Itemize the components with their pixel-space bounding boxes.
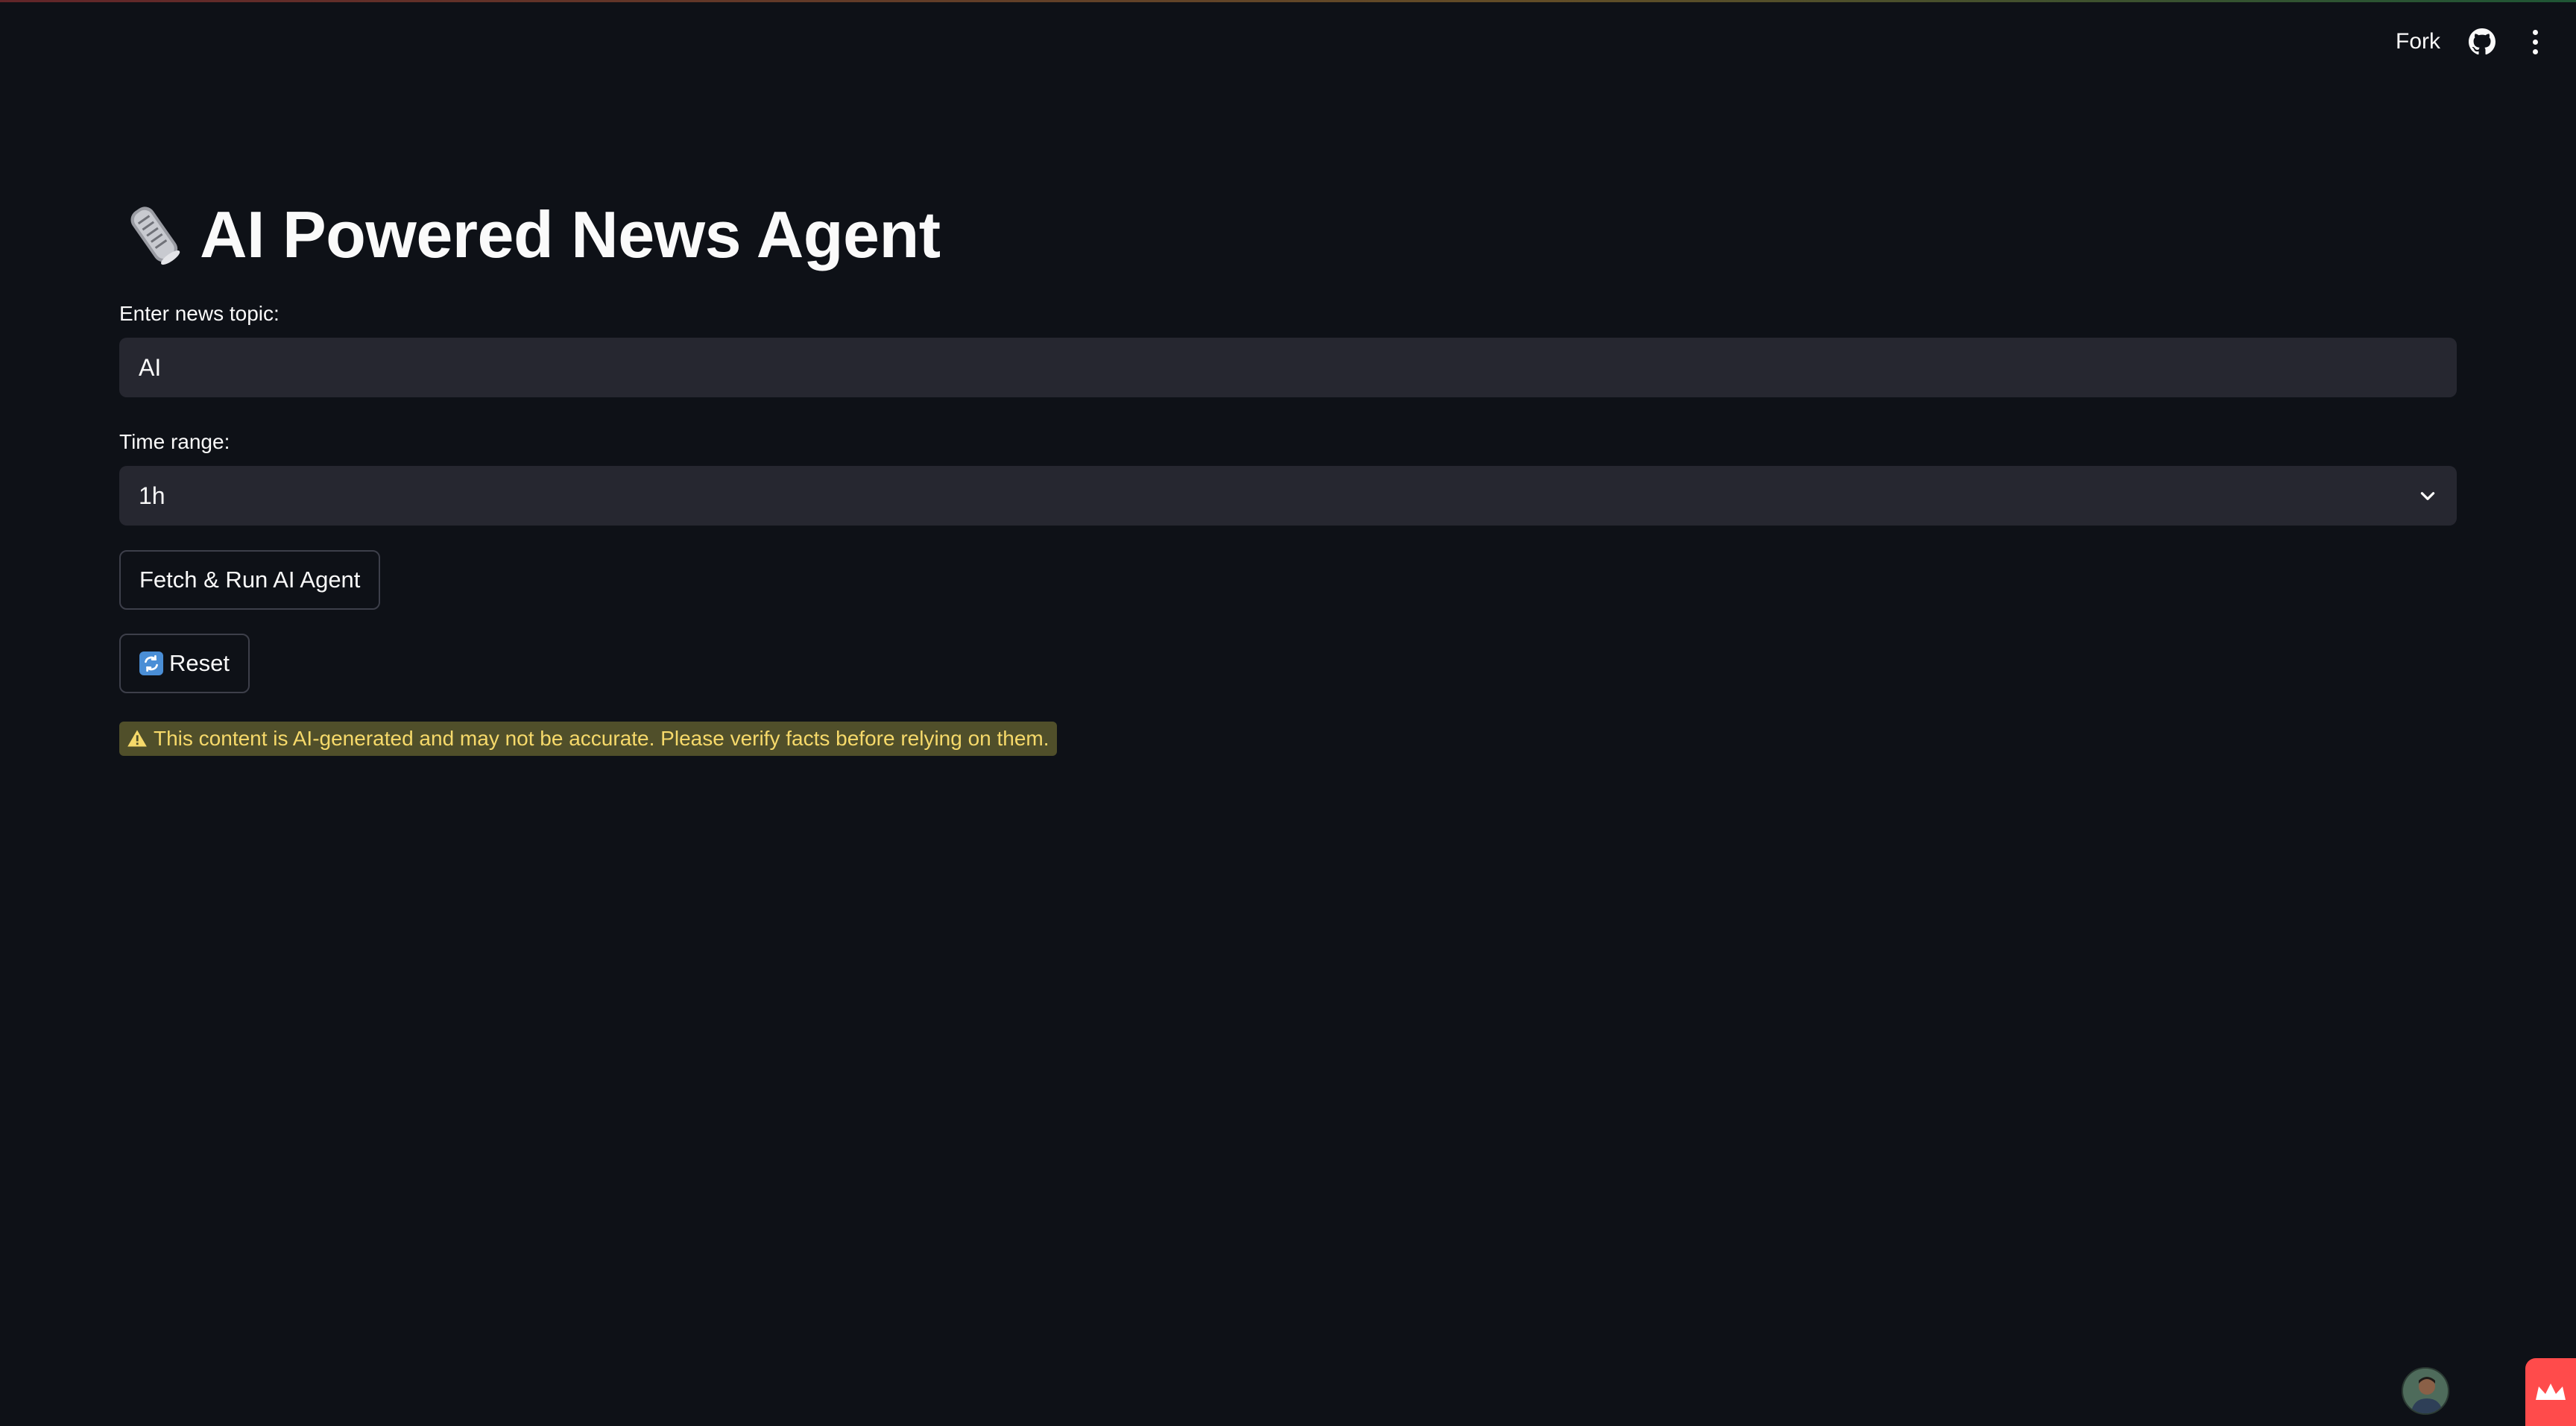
page-title: AI Powered News Agent <box>119 190 2457 280</box>
counterclockwise-arrows-icon <box>139 652 163 675</box>
time-range-value: 1h <box>139 482 165 509</box>
warning-icon <box>127 728 148 749</box>
ai-warning-banner: This content is AI-generated and may not… <box>119 722 1057 756</box>
fetch-run-agent-label: Fetch & Run AI Agent <box>139 567 361 593</box>
topic-label: Enter news topic: <box>119 302 280 325</box>
fork-button[interactable]: Fork <box>2396 29 2440 54</box>
reset-row: Reset <box>119 634 2457 693</box>
kebab-menu-icon[interactable] <box>2524 27 2546 57</box>
top-accent-bar <box>0 0 2576 2</box>
user-avatar[interactable] <box>2402 1367 2449 1415</box>
newspaper-roll-icon <box>119 201 188 269</box>
warning-text: This content is AI-generated and may not… <box>154 727 1049 750</box>
reset-label: Reset <box>169 650 230 676</box>
app-root: Fork AI Powered News Agent Enter news to… <box>0 0 2576 1426</box>
crown-icon <box>2536 1383 2566 1400</box>
fetch-run-agent-button[interactable]: Fetch & Run AI Agent <box>119 550 381 610</box>
topic-input[interactable] <box>119 338 2457 397</box>
chevron-down-icon <box>2418 486 2437 505</box>
fetch-row: Fetch & Run AI Agent <box>119 550 2457 610</box>
page-title-text: AI Powered News Agent <box>200 198 941 271</box>
crown-badge-button[interactable] <box>2525 1358 2576 1426</box>
header-toolbar: Fork <box>2396 22 2546 61</box>
time-range-label: Time range: <box>119 430 230 453</box>
reset-button[interactable]: Reset <box>119 634 250 693</box>
main-content: AI Powered News Agent Enter news topic: … <box>119 190 2457 756</box>
time-range-select[interactable]: 1h <box>119 466 2457 526</box>
github-icon[interactable] <box>2469 28 2496 55</box>
